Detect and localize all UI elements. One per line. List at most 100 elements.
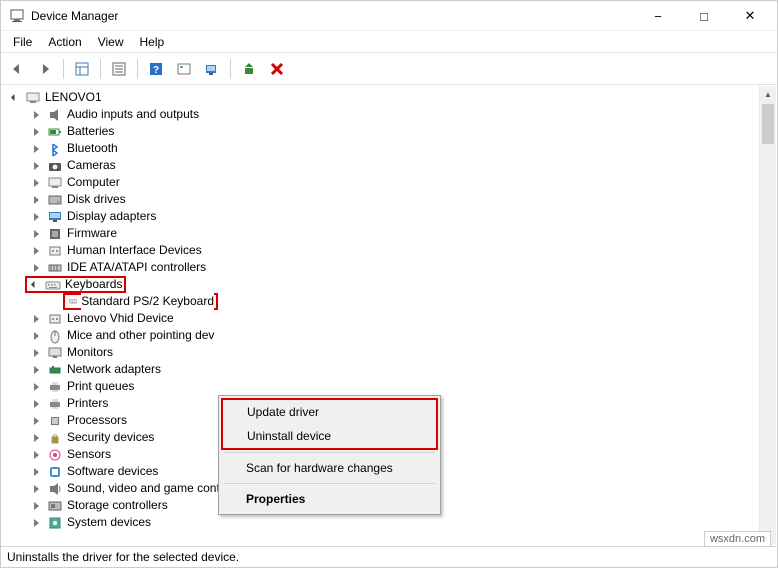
- category-label: Mice and other pointing dev: [67, 327, 214, 344]
- menu-view[interactable]: View: [90, 33, 132, 51]
- uninstall-button[interactable]: [265, 57, 289, 81]
- computer-icon: [25, 90, 41, 106]
- category-label: Printers: [67, 395, 108, 412]
- context-uninstall-device[interactable]: Uninstall device: [223, 424, 436, 448]
- hid-icon: [47, 311, 63, 327]
- chevron-right-icon[interactable]: [29, 108, 43, 122]
- minimize-button[interactable]: −: [635, 1, 681, 31]
- device-label: Standard PS/2 Keyboard: [81, 293, 214, 310]
- category-label: Bluetooth: [67, 140, 118, 157]
- chevron-right-icon[interactable]: [29, 193, 43, 207]
- watermark: wsxdn.com: [704, 531, 771, 547]
- chevron-right-icon[interactable]: [29, 125, 43, 139]
- chevron-right-icon[interactable]: [29, 312, 43, 326]
- chevron-right-icon[interactable]: [29, 380, 43, 394]
- category-cameras[interactable]: Cameras: [1, 157, 777, 174]
- category-mice-and-other-pointing-dev[interactable]: Mice and other pointing dev: [1, 327, 777, 344]
- category-batteries[interactable]: Batteries: [1, 123, 777, 140]
- category-label: Lenovo Vhid Device: [67, 310, 174, 327]
- menu-file[interactable]: File: [5, 33, 40, 51]
- properties-button[interactable]: [107, 57, 131, 81]
- category-audio-inputs-and-outputs[interactable]: Audio inputs and outputs: [1, 106, 777, 123]
- category-label: Cameras: [67, 157, 116, 174]
- chevron-right-icon[interactable]: [29, 431, 43, 445]
- chevron-right-icon[interactable]: [29, 465, 43, 479]
- keyboard-icon: [69, 294, 77, 310]
- category-lenovo-vhid-device[interactable]: Lenovo Vhid Device: [1, 310, 777, 327]
- menu-help[interactable]: Help: [132, 33, 173, 51]
- category-network-adapters[interactable]: Network adapters: [1, 361, 777, 378]
- category-ide-ata-atapi-controllers[interactable]: IDE ATA/ATAPI controllers: [1, 259, 777, 276]
- chevron-right-icon[interactable]: [29, 227, 43, 241]
- bluetooth-icon: [47, 141, 63, 157]
- keyboard-icon: [45, 277, 61, 293]
- camera-icon: [47, 158, 63, 174]
- printer-icon: [47, 396, 63, 412]
- chevron-down-icon[interactable]: [7, 91, 21, 105]
- category-label: Computer: [67, 174, 120, 191]
- category-label: Display adapters: [67, 208, 156, 225]
- context-update-driver[interactable]: Update driver: [223, 400, 436, 424]
- chevron-right-icon[interactable]: [29, 142, 43, 156]
- update-driver-button[interactable]: [237, 57, 261, 81]
- category-firmware[interactable]: Firmware: [1, 225, 777, 242]
- toolbar-separator: [230, 59, 231, 79]
- category-keyboards[interactable]: Keyboards: [25, 276, 126, 293]
- speaker-icon: [47, 107, 63, 123]
- forward-button[interactable]: [33, 57, 57, 81]
- ide-icon: [47, 260, 63, 276]
- device-tree[interactable]: LENOVO1 Audio inputs and outputsBatterie…: [1, 85, 777, 546]
- scroll-thumb[interactable]: [762, 104, 774, 144]
- vertical-scrollbar[interactable]: ▲ ▼: [759, 86, 776, 545]
- chevron-right-icon[interactable]: [29, 499, 43, 513]
- chevron-right-icon[interactable]: [29, 516, 43, 530]
- chevron-right-icon[interactable]: [29, 329, 43, 343]
- category-system-devices[interactable]: System devices: [1, 514, 777, 531]
- category-label: System devices: [67, 514, 151, 531]
- context-properties[interactable]: Properties: [222, 487, 437, 511]
- category-label: Audio inputs and outputs: [67, 106, 199, 123]
- chevron-right-icon[interactable]: [29, 244, 43, 258]
- context-separator: [224, 452, 435, 453]
- help-button[interactable]: ?: [144, 57, 168, 81]
- chevron-right-icon[interactable]: [29, 448, 43, 462]
- category-bluetooth[interactable]: Bluetooth: [1, 140, 777, 157]
- chevron-right-icon[interactable]: [29, 346, 43, 360]
- tree-root[interactable]: LENOVO1: [1, 89, 777, 106]
- scroll-up-icon[interactable]: ▲: [760, 86, 776, 103]
- category-label: Firmware: [67, 225, 117, 242]
- software-icon: [47, 464, 63, 480]
- close-button[interactable]: ✕: [727, 1, 773, 31]
- root-label: LENOVO1: [45, 89, 102, 106]
- chevron-right-icon[interactable]: [29, 210, 43, 224]
- hid-icon: [47, 243, 63, 259]
- context-separator: [224, 483, 435, 484]
- chevron-right-icon[interactable]: [29, 176, 43, 190]
- category-label: Human Interface Devices: [67, 242, 202, 259]
- category-disk-drives[interactable]: Disk drives: [1, 191, 777, 208]
- category-human-interface-devices[interactable]: Human Interface Devices: [1, 242, 777, 259]
- category-monitors[interactable]: Monitors: [1, 344, 777, 361]
- chevron-down-icon[interactable]: [27, 278, 41, 292]
- chevron-right-icon[interactable]: [29, 363, 43, 377]
- back-button[interactable]: [5, 57, 29, 81]
- category-label: Disk drives: [67, 191, 126, 208]
- system-icon: [47, 515, 63, 531]
- device-standard-ps-2-keyboard[interactable]: Standard PS/2 Keyboard: [63, 293, 218, 310]
- chevron-right-icon[interactable]: [29, 397, 43, 411]
- category-computer[interactable]: Computer: [1, 174, 777, 191]
- statusbar: Uninstalls the driver for the selected d…: [1, 546, 777, 567]
- show-hide-tree-button[interactable]: [70, 57, 94, 81]
- scan-hardware-button[interactable]: [200, 57, 224, 81]
- chevron-right-icon[interactable]: [29, 159, 43, 173]
- context-scan-hardware[interactable]: Scan for hardware changes: [222, 456, 437, 480]
- action-icon[interactable]: [172, 57, 196, 81]
- maximize-button[interactable]: □: [681, 1, 727, 31]
- chevron-right-icon[interactable]: [29, 261, 43, 275]
- menu-action[interactable]: Action: [40, 33, 89, 51]
- category-label: Software devices: [67, 463, 158, 480]
- chevron-right-icon[interactable]: [29, 414, 43, 428]
- category-print-queues[interactable]: Print queues: [1, 378, 777, 395]
- chevron-right-icon[interactable]: [29, 482, 43, 496]
- category-display-adapters[interactable]: Display adapters: [1, 208, 777, 225]
